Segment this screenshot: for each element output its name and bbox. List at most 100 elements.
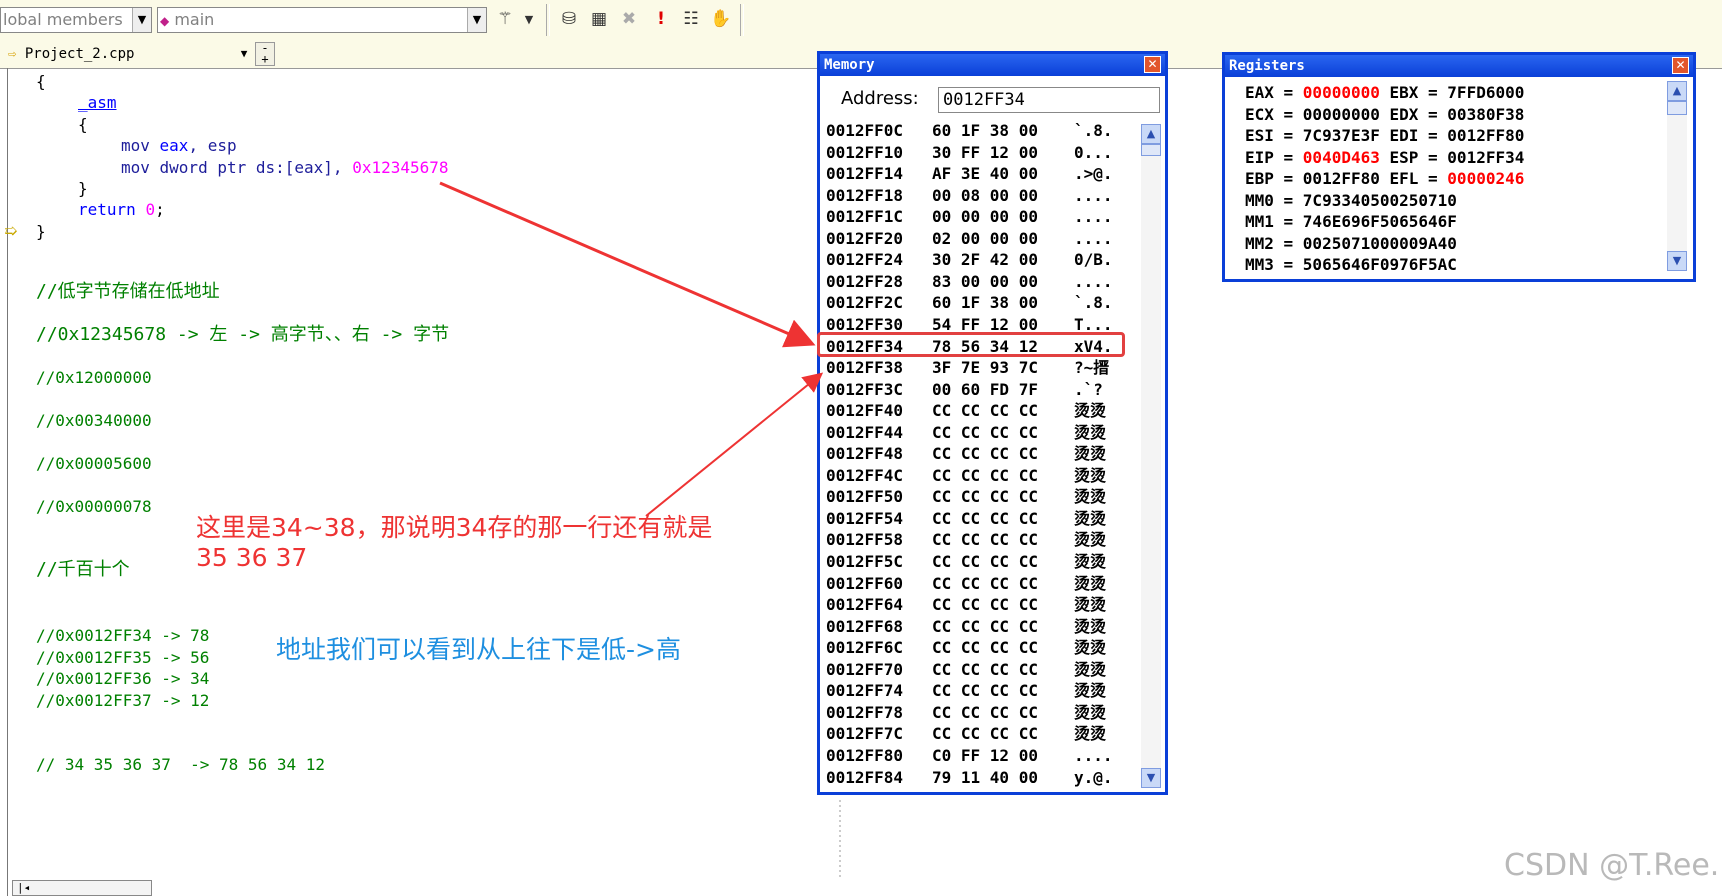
memory-ascii: 烫烫 <box>1074 552 1107 571</box>
comment-line: //0x00005600 <box>36 454 152 473</box>
memory-ascii: ?~搢 <box>1074 358 1110 378</box>
memory-ascii: .... <box>1074 228 1113 248</box>
memory-bytes: CC CC CC CC <box>932 638 1038 658</box>
register-text: MM1 = <box>1245 212 1303 231</box>
register-text: 00380F38 <box>1447 104 1525 124</box>
scroll-thumb[interactable] <box>1667 101 1687 115</box>
comment-line: //0x0012FF36 -> 34 <box>36 669 210 688</box>
scroll-up-icon[interactable]: ▲ <box>1141 124 1161 144</box>
class-members-combo[interactable]: lobal members ▼ <box>0 7 152 33</box>
memory-address: 0012FF48 <box>826 444 904 464</box>
register-row: MM3 = 5065646F0976F5AC <box>1245 254 1457 275</box>
register-text: EDI = <box>1379 126 1448 145</box>
close-icon[interactable]: ✕ <box>1144 56 1161 73</box>
memory-bytes: CC CC CC CC <box>932 659 1038 679</box>
address-label: Address: <box>841 88 919 109</box>
split-button[interactable]: - + <box>255 42 275 66</box>
comment-line: //0x0012FF34 -> 78 <box>36 626 210 645</box>
registers-scrollbar[interactable]: ▲ ▼ <box>1667 81 1687 271</box>
registers-window[interactable]: Registers ✕ EAX = 00000000 EBX = 7FFD600… <box>1222 52 1696 282</box>
memory-bytes: CC CC CC CC <box>932 595 1038 615</box>
memory-address: 0012FF40 <box>826 401 904 421</box>
memory-ascii: 烫烫 <box>1074 573 1107 593</box>
chevron-down-icon[interactable]: ▼ <box>518 8 540 30</box>
memory-address: 0012FF68 <box>826 616 904 636</box>
file-arrow-icon: ⇨ <box>8 46 17 62</box>
build-icon[interactable]: ▦ <box>588 8 610 30</box>
compile-icon[interactable]: ⛁ <box>558 8 580 30</box>
code-line: } <box>78 179 88 198</box>
register-text: 746E696F5065646F <box>1302 212 1457 231</box>
register-text: MM3 = <box>1245 255 1303 274</box>
memory-rows: 0012FF0C 60 1F 38 00 `.8. 0012FF10 30 FF 12 … <box>826 120 1140 788</box>
register-row: EBP = 0012FF80 EFL = 00000246 <box>1245 168 1524 189</box>
close-icon[interactable]: ✕ <box>1672 57 1689 74</box>
register-text: 0012FF34 <box>1447 147 1525 167</box>
code-line: } <box>36 222 46 241</box>
memory-ascii: 烫烫 <box>1074 724 1107 744</box>
memory-bytes: CC CC CC CC <box>932 702 1038 722</box>
scroll-down-icon[interactable]: ▼ <box>1667 251 1687 271</box>
scroll-thumb[interactable] <box>1141 144 1161 156</box>
memory-window[interactable]: Memory ✕ Address: 0012FF34 0012FF0C 60 1F… <box>817 51 1168 795</box>
memory-bytes: CC CC CC CC <box>932 552 1038 571</box>
memory-ascii: .... <box>1074 207 1113 227</box>
memory-bytes: 79 11 40 00 <box>932 767 1038 787</box>
file-combo[interactable]: ⇨ Project_2.cpp ▼ <box>8 42 253 66</box>
memory-title: Memory <box>824 57 875 73</box>
scroll-down-icon[interactable]: ▼ <box>1141 768 1161 788</box>
annotation-red-line2: 35 36 37 <box>196 543 308 572</box>
register-text: ESP = <box>1379 147 1448 167</box>
memory-ascii: 烫烫 <box>1074 638 1107 658</box>
registers-title-bar[interactable]: Registers ✕ <box>1225 55 1693 77</box>
register-text: EDX = <box>1379 104 1448 124</box>
memory-bytes: 00 00 00 00 <box>932 207 1038 227</box>
execute-icon[interactable]: ! <box>650 8 672 30</box>
annotation-blue-line: 地址我们可以看到从上往下是低->高 <box>276 635 681 664</box>
toolbar-separator <box>740 4 744 36</box>
address-input[interactable]: 0012FF34 <box>938 87 1160 113</box>
hand-icon[interactable]: ✋ <box>710 8 732 30</box>
memory-ascii: 烫烫 <box>1074 422 1107 442</box>
memory-bytes: 3F 7E 93 7C <box>932 358 1038 378</box>
highlight-box <box>817 332 1125 357</box>
register-row: MM0 = 7C93340500250710 <box>1245 190 1457 211</box>
memory-ascii: 烫烫 <box>1074 465 1107 485</box>
memory-bytes: CC CC CC CC <box>932 465 1038 485</box>
memory-ascii: .... <box>1074 185 1113 205</box>
memory-ascii: y.@. <box>1074 767 1113 787</box>
memory-address: 0012FF0C <box>826 121 904 140</box>
memory-ascii: 烫烫 <box>1074 444 1107 464</box>
chevron-down-icon[interactable]: ▼ <box>467 8 486 32</box>
memory-title-bar[interactable]: Memory ✕ <box>820 54 1165 76</box>
memory-address: 0012FF14 <box>826 164 904 184</box>
register-text: 00000000 <box>1302 83 1380 102</box>
chevron-down-icon[interactable]: ▼ <box>132 8 151 32</box>
wand-icon[interactable]: ⚚ <box>494 8 516 30</box>
comment-line: //0x00340000 <box>36 411 152 430</box>
register-text: MM0 = <box>1245 190 1303 210</box>
register-text: 7C937E3F <box>1302 126 1380 145</box>
annotation-red-line1: 这里是34~38，那说明34存的那一行还有就是 <box>196 513 713 542</box>
memory-bytes: 00 08 00 00 <box>932 185 1038 205</box>
memory-address: 0012FF5C <box>826 552 904 571</box>
function-combo[interactable]: ◆ main ▼ <box>157 7 487 33</box>
register-text: 0012FF80 <box>1447 126 1525 145</box>
memory-scrollbar[interactable]: ▲ ▼ <box>1141 124 1161 788</box>
horizontal-scrollbar[interactable]: |◂ <box>12 880 152 896</box>
memory-address: 0012FF64 <box>826 595 904 615</box>
checklist-icon[interactable]: ☷ <box>680 8 702 30</box>
register-row: ECX = 00000000 EDX = 00380F38 <box>1245 104 1524 125</box>
memory-bytes: CC CC CC CC <box>932 530 1038 550</box>
memory-ascii: `.8. <box>1074 293 1113 313</box>
stop-build-icon[interactable]: ✖ <box>618 8 640 30</box>
memory-bytes: 83 00 00 00 <box>932 271 1038 291</box>
function-value: main <box>174 10 215 29</box>
chevron-down-icon[interactable]: ▼ <box>235 42 253 66</box>
memory-bytes: 00 60 FD 7F <box>932 379 1038 399</box>
memory-address: 0012FF38 <box>826 358 904 378</box>
scroll-up-icon[interactable]: ▲ <box>1667 81 1687 101</box>
register-text: 5065646F0976F5AC <box>1302 255 1457 274</box>
toolbar-separator <box>546 4 550 36</box>
register-text: EIP = <box>1245 147 1303 167</box>
